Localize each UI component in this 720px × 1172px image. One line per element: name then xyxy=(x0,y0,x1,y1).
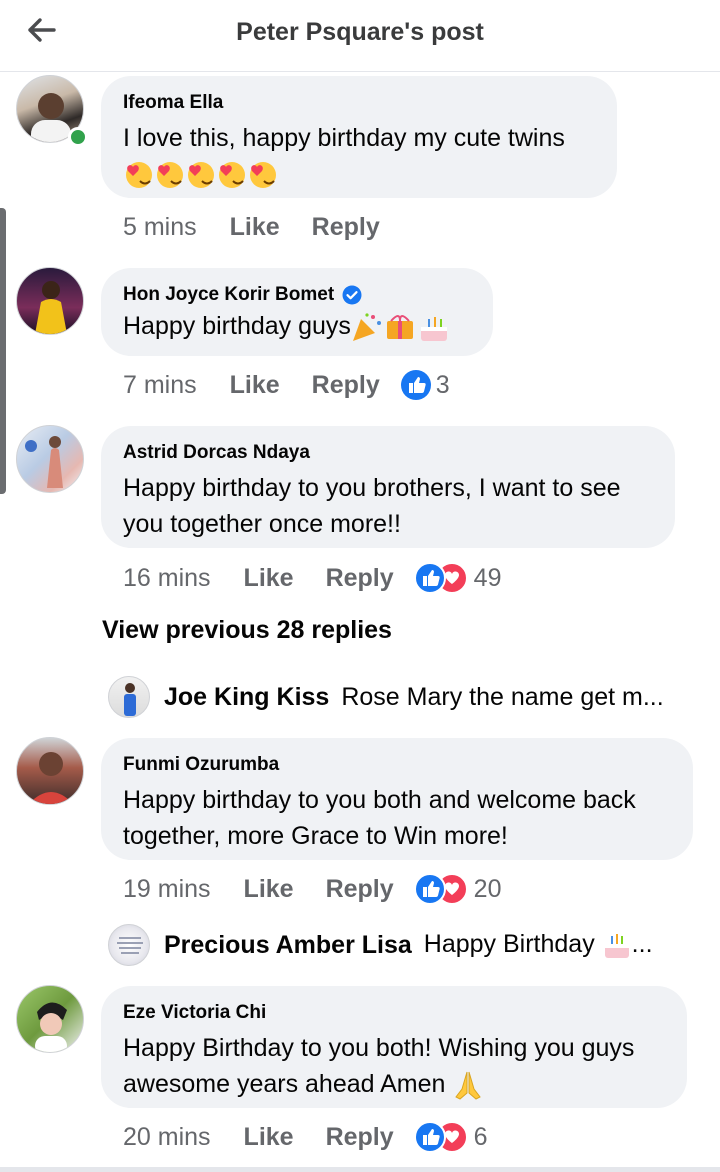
comment-author[interactable]: Astrid Dorcas Ndaya xyxy=(123,442,653,464)
comment-text: Happy birthday to you brothers, I want t… xyxy=(123,474,621,538)
like-button[interactable]: Like xyxy=(230,213,280,242)
comment-text-content: I love this, happy birthday my cute twin… xyxy=(123,124,565,152)
bottom-divider xyxy=(0,1167,720,1172)
reply-text-content: Happy Birthday xyxy=(423,929,595,958)
comment-actions: 20 mins Like Reply 6 xyxy=(123,1121,488,1153)
comment-time[interactable]: 20 mins xyxy=(123,1123,211,1152)
reply-text: Rose Mary the name get m... xyxy=(341,682,664,711)
like-button[interactable]: Like xyxy=(230,371,280,400)
party-emojis xyxy=(351,312,451,342)
folded-hands-icon xyxy=(455,1072,482,1100)
reply-preview[interactable]: Joe King Kiss Rose Mary the name get m..… xyxy=(108,676,708,718)
comment-text: I love this, happy birthday my cute twin… xyxy=(123,120,595,192)
like-love-reaction-icon xyxy=(413,562,468,594)
reply-preview[interactable]: Precious Amber Lisa Happy Birthday ... xyxy=(108,924,708,966)
reaction-count: 49 xyxy=(473,563,502,592)
view-previous-replies-link[interactable]: View previous 28 replies xyxy=(102,616,392,645)
reply-text: Happy Birthday ... xyxy=(424,930,653,960)
avatar[interactable] xyxy=(108,924,150,966)
comment-author[interactable]: Hon Joyce Korir Bomet xyxy=(123,284,334,306)
page-title: Peter Psquare's post xyxy=(236,18,484,46)
reaction-count: 6 xyxy=(473,1122,488,1151)
like-love-reaction-icon xyxy=(413,873,468,905)
like-button[interactable]: Like xyxy=(244,564,294,593)
reactions-summary[interactable]: 20 xyxy=(413,873,502,905)
comment-author-row: Hon Joyce Korir Bomet xyxy=(123,284,471,306)
reaction-count: 3 xyxy=(435,370,450,399)
reply-author[interactable]: Joe King Kiss xyxy=(164,683,329,712)
avatar[interactable] xyxy=(16,737,84,805)
birthday-cake-icon xyxy=(604,934,629,959)
reactions-summary[interactable]: 6 xyxy=(413,1121,488,1153)
comment-actions: 19 mins Like Reply 20 xyxy=(123,873,501,905)
reply-button[interactable]: Reply xyxy=(326,1123,394,1152)
reply-button[interactable]: Reply xyxy=(312,371,380,400)
comment-time[interactable]: 5 mins xyxy=(123,213,197,242)
comment-bubble[interactable]: Eze Victoria Chi Happy Birthday to you b… xyxy=(101,986,687,1108)
reply-author[interactable]: Precious Amber Lisa xyxy=(164,931,412,960)
comment-author[interactable]: Funmi Ozurumba xyxy=(123,754,671,776)
smiling-hearts-emoji xyxy=(123,160,283,189)
reply-button[interactable]: Reply xyxy=(326,875,394,904)
avatar[interactable] xyxy=(16,425,84,493)
comment-bubble[interactable]: Hon Joyce Korir Bomet Happy birthday guy… xyxy=(101,268,493,356)
avatar[interactable] xyxy=(108,676,150,718)
comment-author[interactable]: Ifeoma Ella xyxy=(123,92,595,114)
like-reaction-icon xyxy=(400,370,431,400)
reply-ellipsis: ... xyxy=(631,929,653,958)
comment-text: Happy birthday guys xyxy=(123,308,471,344)
comment-time[interactable]: 19 mins xyxy=(123,875,211,904)
reaction-count: 20 xyxy=(473,874,502,903)
comment-actions: 16 mins Like Reply 49 xyxy=(123,562,501,594)
comment-time[interactable]: 16 mins xyxy=(123,564,211,593)
comment-bubble[interactable]: Funmi Ozurumba Happy birthday to you bot… xyxy=(101,738,693,860)
comment-bubble[interactable]: Astrid Dorcas Ndaya Happy birthday to yo… xyxy=(101,426,675,548)
comment-text: Happy birthday to you both and welcome b… xyxy=(123,786,636,850)
comment-text: Happy Birthday to you both! Wishing you … xyxy=(123,1030,665,1102)
like-button[interactable]: Like xyxy=(244,875,294,904)
reply-button[interactable]: Reply xyxy=(326,564,394,593)
top-bar: Peter Psquare's post xyxy=(0,0,720,72)
comment-bubble[interactable]: Ifeoma Ella I love this, happy birthday … xyxy=(101,76,617,198)
avatar[interactable] xyxy=(16,267,84,335)
like-button[interactable]: Like xyxy=(244,1123,294,1152)
comment-actions: 7 mins Like Reply 3 xyxy=(123,369,450,401)
verified-badge-icon xyxy=(342,285,362,305)
reply-button[interactable]: Reply xyxy=(312,213,380,242)
comment-text-content: Happy Birthday to you both! Wishing you … xyxy=(123,1034,635,1098)
avatar[interactable] xyxy=(16,985,84,1053)
comment-actions: 5 mins Like Reply xyxy=(123,211,380,243)
reactions-summary[interactable]: 49 xyxy=(413,562,502,594)
comment-time[interactable]: 7 mins xyxy=(123,371,197,400)
online-status-indicator xyxy=(68,127,88,147)
reactions-summary[interactable]: 3 xyxy=(400,369,450,401)
comment-text-content: Happy birthday guys xyxy=(123,312,351,340)
comment-author[interactable]: Eze Victoria Chi xyxy=(123,1002,665,1024)
scrollbar[interactable] xyxy=(0,208,6,494)
like-love-reaction-icon xyxy=(413,1121,468,1153)
